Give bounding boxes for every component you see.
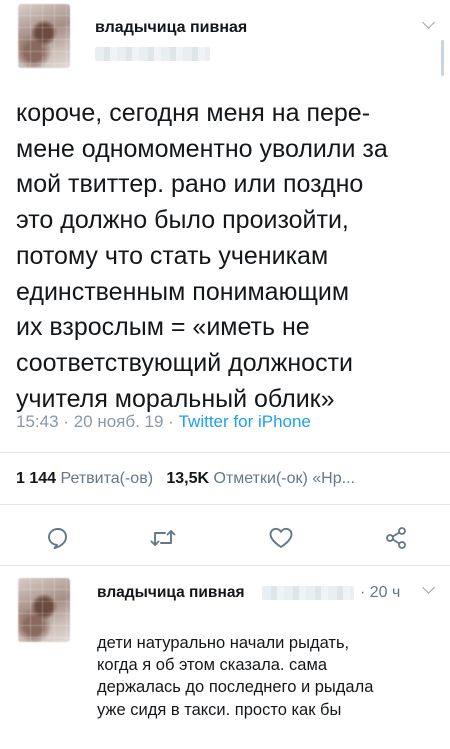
reply-handle-blurred [262,586,354,600]
retweets-label[interactable]: Ретвита(-ов) [61,470,154,487]
retweets-count[interactable]: 1 144 [16,470,56,487]
tweet-actions [0,520,450,560]
divider [0,452,450,453]
share-icon [386,527,406,549]
likes-label[interactable]: Отметки(-ок) [214,470,308,487]
reply-line: когда я об этом сказала. сама [97,656,327,675]
author-name[interactable]: владычица пивная [95,19,247,37]
tweet-line: короче, сегодня меня на пере- [16,99,371,127]
tweet-time: 15:43 [16,412,59,431]
like-icon [269,527,293,548]
reply-time: · 20 ч [360,584,401,601]
reply-author-avatar[interactable] [18,578,70,642]
chevron-down-icon[interactable] [422,581,435,594]
retweet-button[interactable] [145,520,181,556]
reply-button[interactable] [40,520,76,556]
tweet-line: соответствующий должности [16,348,353,377]
retweet-icon [150,530,176,546]
tweet-line: их взрослым = «иметь не [16,313,310,342]
tweet-source-link[interactable]: Twitter for iPhone [179,412,311,431]
divider [0,504,450,505]
tweet-line: мой твиттер. рано или поздно [16,170,364,199]
meta-separator: · [168,412,174,431]
meta-separator: · [63,412,69,431]
likes-count[interactable]: 13,5K [166,470,209,487]
tweet-text: короче, сегодня меня на пере- мене одном… [16,96,441,417]
tweet-line: мене одномоментно уволили за [16,134,388,163]
author-handle-blurred [95,47,210,61]
author-avatar[interactable] [18,4,70,68]
chevron-down-icon[interactable] [422,16,435,29]
tweet-meta: 15:43 · 20 нояб. 19 · Twitter for iPhone [16,412,311,432]
tweet-line: единственным понимающим [16,277,350,306]
tweet-line: это должно было произойти, [16,206,349,235]
reply-line: дети натурально начали рыдать, [97,634,350,652]
reply-icon [48,528,67,550]
reply-line: уже сидя в такси. просто как бы [97,700,342,719]
reply-text: дети натурально начали рыдать, когда я о… [97,632,373,721]
reply-line: держалась до последнего и рыдала [97,678,374,697]
reply-author-name[interactable]: владычица пивная [97,584,245,602]
tweet-date: 20 нояб. 19 [73,412,164,431]
tweet-stats[interactable]: 1 144 Ретвита(-ов) 13,5K Отметки(-ок) «Н… [16,470,355,488]
tweet-line: потому что стать ученикам [16,241,329,270]
like-button[interactable] [263,520,299,556]
divider [0,565,450,566]
share-button[interactable] [378,520,414,556]
scrollbar[interactable] [441,40,444,76]
stats-extra[interactable]: «Нр... [312,470,355,487]
